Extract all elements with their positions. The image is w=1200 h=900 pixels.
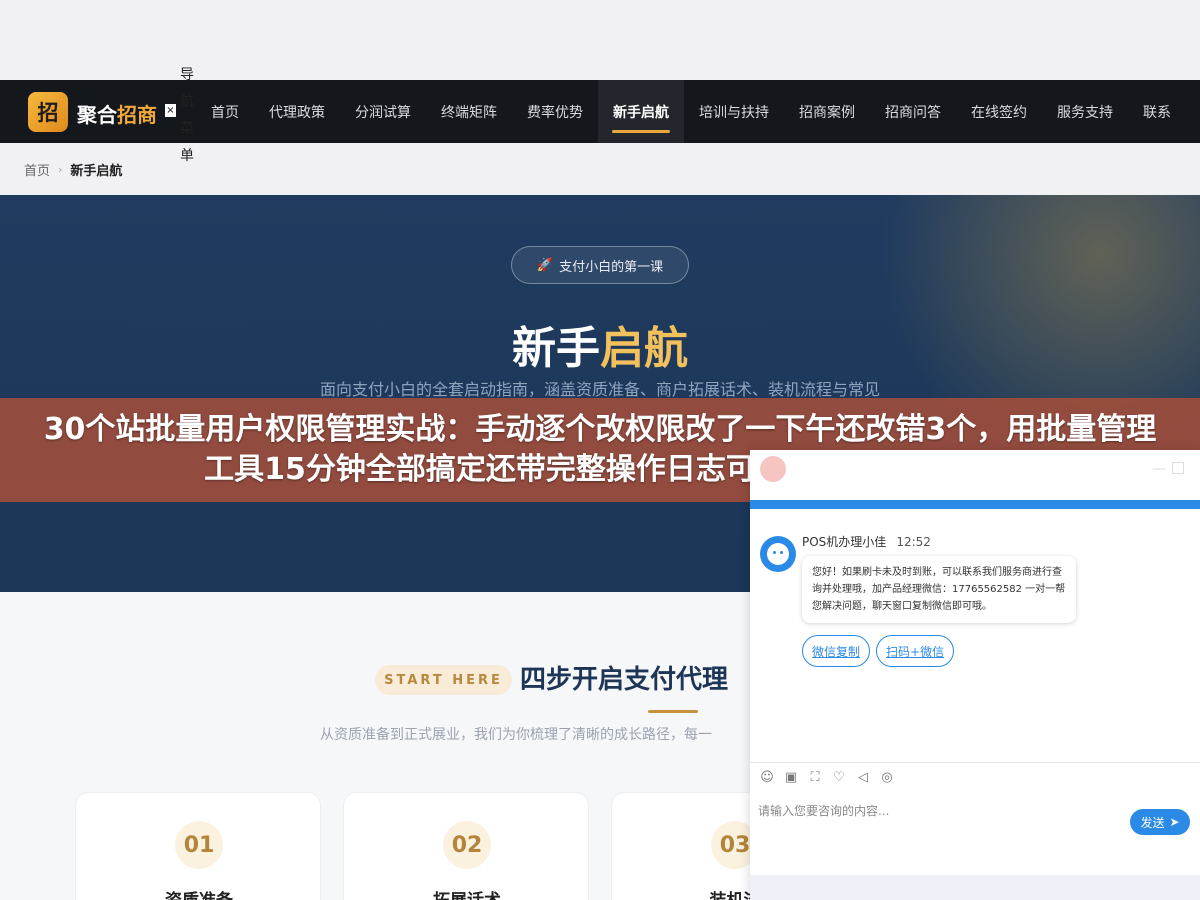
chat-header: — — [750, 450, 1200, 500]
image-icon[interactable]: ▣ — [784, 771, 798, 785]
nav-item-terminals[interactable]: 终端矩阵 — [426, 80, 512, 143]
logo-text-accent: 招商 — [117, 103, 157, 127]
breadcrumb-home-link[interactable]: 首页 — [24, 160, 50, 179]
title-underline — [648, 710, 698, 713]
step-number: 02 — [443, 821, 491, 869]
quick-reply-buttons: 微信复制 扫码+微信 — [802, 635, 955, 667]
hero-title: 新手启航 — [0, 312, 1200, 376]
message-meta: POS机办理小佳 12:52 — [802, 533, 931, 550]
message-time: 12:52 — [896, 535, 931, 549]
hero-subtitle: 面向支付小白的全套启动指南，涵盖资质准备、商户拓展话术、装机流程与常见 — [319, 380, 880, 399]
chat-footer — [750, 875, 1200, 900]
send-arrow-icon: ➤ — [1169, 815, 1180, 829]
logo-text[interactable]: 聚合招商 — [77, 99, 157, 128]
minimize-icon[interactable]: — — [1152, 462, 1166, 476]
step-card[interactable]: 01 资质准备 — [75, 792, 321, 900]
copy-wechat-button[interactable]: 微信复制 — [802, 635, 871, 667]
hero-tag-text: 支付小白的第一课 — [559, 259, 664, 275]
chat-widget: — POS机办理小佳 12:52 您好！如果刷卡未及时到账，可以联系我们服务商进行… — [750, 450, 1200, 900]
nav-item-service[interactable]: 服务支持 — [1042, 80, 1128, 143]
chat-switch-icon[interactable]: ◎ — [880, 771, 894, 785]
nav-item-cases[interactable]: 招商案例 — [784, 80, 870, 143]
top-navbar: 招 聚合招商 × 导航菜单 首页 代理政策 分润试算 终端矩阵 费率优势 新手启… — [0, 67, 1200, 164]
chat-toolbar: ☺ ▣ ⛶ ♡ ◁ ◎ — [760, 771, 894, 785]
agent-name: POS机办理小佳 — [802, 535, 887, 549]
rocket-icon: 🚀 — [536, 257, 554, 273]
nav-menu-label[interactable]: 导航菜单 — [178, 62, 196, 170]
nav-item-contact[interactable]: 联系 — [1128, 80, 1186, 143]
hero-title-accent: 启航 — [600, 323, 688, 374]
nav-menu: 首页 代理政策 分润试算 终端矩阵 费率优势 新手启航 培训与扶持 招商案例 招… — [196, 80, 1186, 143]
steps-section-title: 四步开启支付代理 — [520, 665, 729, 695]
chat-message-input[interactable] — [758, 802, 1118, 820]
screenshot-icon[interactable]: ⛶ — [808, 771, 822, 785]
maximize-icon[interactable] — [1172, 462, 1184, 474]
rating-icon[interactable]: ♡ — [832, 771, 846, 785]
breadcrumb-separator: › — [58, 163, 63, 176]
scan-wechat-button[interactable]: 扫码+微信 — [876, 635, 955, 667]
step-cards: 01 资质准备 02 拓展话术 03 装机流 — [75, 792, 857, 900]
send-button[interactable]: 发送 ➤ — [1130, 809, 1190, 835]
chat-divider — [750, 762, 1200, 763]
agent-face-icon — [767, 543, 789, 565]
nav-item-profit-calc[interactable]: 分润试算 — [340, 80, 426, 143]
nav-item-agent-policy[interactable]: 代理政策 — [254, 80, 340, 143]
nav-item-rate-advantage[interactable]: 费率优势 — [512, 80, 598, 143]
breadcrumb-current: 新手启航 — [70, 164, 123, 179]
nav-item-faq[interactable]: 招商问答 — [870, 80, 956, 143]
step-card[interactable]: 02 拓展话术 — [343, 792, 589, 900]
step-title: 资质准备 — [76, 886, 322, 900]
logo-icon[interactable]: 招 — [28, 92, 68, 132]
hero-title-main: 新手 — [512, 323, 600, 374]
menu-close-icon[interactable]: × — [165, 104, 176, 117]
steps-section-desc: 从资质准备到正式展业，我们为你梳理了清晰的成长路径，每一 — [320, 727, 712, 743]
nav-item-online-sign[interactable]: 在线签约 — [956, 80, 1042, 143]
send-button-label: 发送 — [1140, 815, 1165, 830]
nav-item-home[interactable]: 首页 — [196, 80, 254, 143]
emoji-icon[interactable]: ☺ — [760, 771, 774, 785]
breadcrumb: 首页 › 新手启航 — [24, 160, 122, 179]
message-bubble: 您好！如果刷卡未及时到账，可以联系我们服务商进行查询并处理哦，加产品经理微信：1… — [802, 556, 1076, 623]
step-title: 拓展话术 — [344, 886, 590, 900]
nav-item-training[interactable]: 培训与扶持 — [684, 80, 784, 143]
agent-avatar — [760, 536, 796, 572]
chat-header-avatar — [760, 456, 786, 482]
nav-item-beginner-start[interactable]: 新手启航 — [598, 80, 684, 143]
voice-icon[interactable]: ◁ — [856, 771, 870, 785]
start-here-badge: START HERE — [375, 665, 512, 695]
chat-accent-bar — [750, 500, 1200, 509]
hero-tag: 🚀 支付小白的第一课 — [511, 246, 689, 284]
logo-text-main: 聚合 — [77, 103, 117, 127]
step-number: 01 — [175, 821, 223, 869]
